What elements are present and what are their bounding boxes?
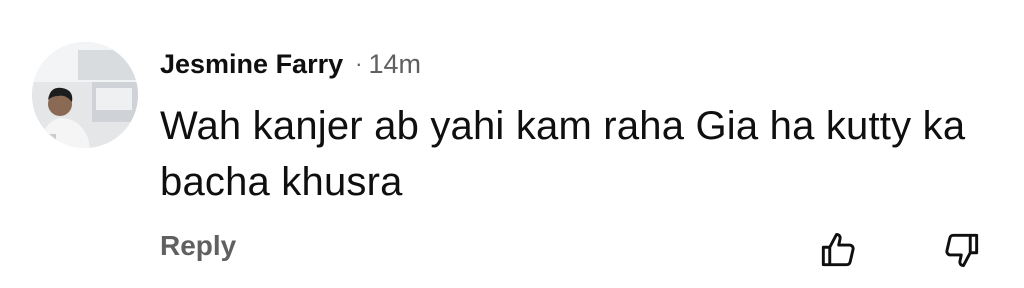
author-name[interactable]: Jesmine Farry [160, 49, 343, 80]
comment-header: Jesmine Farry · 14m [160, 44, 421, 84]
dislike-button[interactable] [938, 226, 986, 274]
thumbs-down-icon [945, 233, 979, 268]
thumbs-up-icon [821, 232, 855, 267]
reply-button[interactable]: Reply [160, 230, 236, 262]
comment-text: Wah kanjer ab yahi kam raha Gia ha kutty… [160, 104, 966, 204]
timestamp: 14m [368, 48, 421, 79]
avatar-photo [32, 42, 138, 148]
comment-item: Jesmine Farry · 14m Wah kanjer ab yahi k… [0, 0, 1024, 288]
meta-separator: · [355, 51, 363, 76]
like-button[interactable] [814, 226, 862, 274]
avatar[interactable] [32, 42, 138, 148]
